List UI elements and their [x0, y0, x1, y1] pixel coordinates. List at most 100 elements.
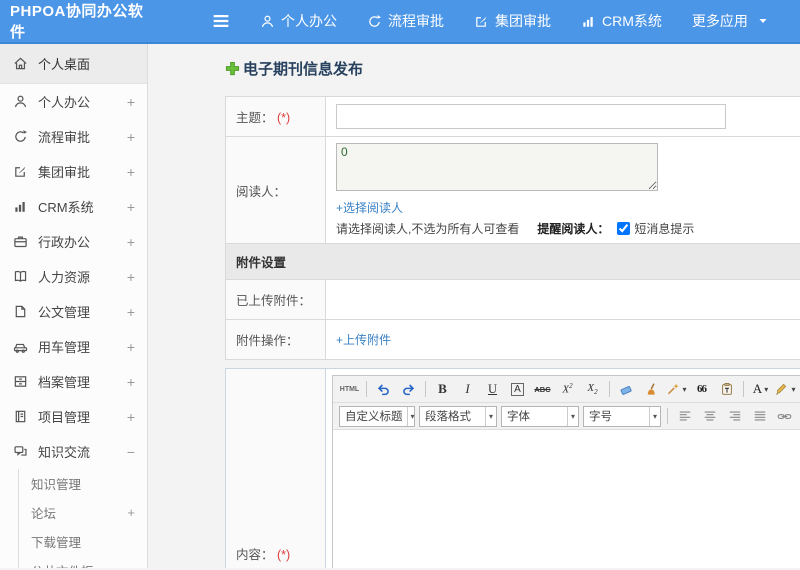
redo-icon [401, 382, 416, 397]
readers-textarea[interactable]: 0 [336, 143, 658, 191]
hamburger-icon[interactable] [208, 10, 234, 32]
font-family-select[interactable]: 字体 ▾ [501, 405, 579, 427]
superscript-button[interactable]: X2 [556, 378, 579, 400]
blockquote-button[interactable]: 66 [690, 378, 713, 400]
expand-toggle[interactable]: − [127, 444, 135, 460]
operations-label: 附件操作： [236, 334, 299, 348]
expand-toggle[interactable]: + [127, 339, 135, 355]
eraser-button[interactable] [615, 378, 638, 400]
sidebar-subitem-public-file-cabinet[interactable]: 公共文件柜 [19, 556, 147, 568]
expand-toggle[interactable]: + [127, 129, 135, 145]
sidebar-subitem-download-management[interactable]: 下载管理 [19, 527, 147, 556]
sidebar-subitem-label: 下载管理 [31, 536, 82, 550]
caret-down-icon: ▾ [648, 406, 660, 426]
sidebar-item-label: 行政办公 [38, 235, 91, 250]
highlight-button[interactable]: ▾ [774, 378, 797, 400]
expand-toggle[interactable]: + [127, 94, 135, 110]
attachment-section-row: 附件设置 [225, 243, 800, 280]
operations-value-cell: +上传附件 [325, 319, 800, 360]
sidebar-menu: 个人桌面 个人办公 + 流程审批 + 集团审批 + CRM系统 + 行政办公 + 人力资源 + 公文管理 +… [0, 44, 148, 568]
subject-input[interactable] [336, 104, 726, 129]
font-border-button[interactable]: A [506, 378, 529, 400]
align-right-button[interactable] [723, 405, 746, 427]
nav-item-more-apps[interactable]: 更多应用 [692, 11, 768, 31]
sidebar-item-human-resources[interactable]: 人力资源 + [0, 259, 147, 294]
uploaded-value [336, 287, 800, 313]
sidebar-submenu: 知识管理论坛 + 下载管理公共文件柜 [18, 469, 147, 568]
sidebar-item-crm-system[interactable]: CRM系统 + [0, 189, 147, 224]
edit-square-icon [12, 164, 29, 179]
align-center-button[interactable] [698, 405, 721, 427]
subject-label-cell: 主题： (*) [225, 96, 326, 137]
paragraph-select[interactable]: 段落格式 ▾ [419, 405, 497, 427]
subject-label: 主题： [236, 111, 274, 125]
attachment-section-header: 附件设置 [225, 243, 800, 280]
align-left-icon [678, 409, 692, 423]
sidebar-item-personal-office[interactable]: 个人办公 + [0, 84, 147, 119]
sidebar-item-label: CRM系统 [38, 200, 94, 215]
heading-select[interactable]: 自定义标题 ▾ [339, 405, 415, 427]
notebook-icon [12, 409, 29, 424]
sidebar-subitem-label: 论坛 [31, 507, 57, 521]
expand-toggle[interactable]: + [127, 374, 135, 390]
caret-down-icon [758, 16, 768, 26]
html-source-button[interactable]: HTML [338, 378, 361, 400]
sidebar-item-group-approval[interactable]: 集团审批 + [0, 154, 147, 189]
undo-button[interactable] [372, 378, 395, 400]
sidebar-item-project-management[interactable]: 项目管理 + [0, 399, 147, 434]
sidebar-subitem-knowledge-management[interactable]: 知识管理 [19, 469, 147, 498]
expand-toggle[interactable]: + [127, 269, 135, 285]
undo-icon [376, 382, 391, 397]
clean-format-button[interactable] [640, 378, 663, 400]
italic-button[interactable]: I [456, 378, 479, 400]
nav-item-workflow-approval[interactable]: 流程审批 [367, 11, 444, 31]
expand-toggle[interactable]: + [127, 304, 135, 320]
sidebar-item-knowledge-exchange[interactable]: 知识交流 − [0, 434, 147, 469]
flow-icon [12, 129, 29, 144]
align-left-button[interactable] [673, 405, 696, 427]
book-icon [12, 269, 29, 284]
nav-item-crm-system[interactable]: CRM系统 [581, 11, 662, 31]
bold-button[interactable]: B [431, 378, 454, 400]
toolbar-separator [366, 381, 367, 397]
briefcase-icon [12, 234, 29, 249]
autoformat-button[interactable]: ▾ [665, 378, 688, 400]
editor-content[interactable] [333, 430, 800, 568]
expand-toggle[interactable]: + [127, 505, 135, 520]
sidebar-item-archive-management[interactable]: 档案管理 + [0, 364, 147, 399]
sms-remind-checkbox[interactable] [617, 222, 631, 235]
sms-remind-label: 短消息提示 [634, 222, 695, 236]
font-size-select[interactable]: 字号 ▾ [583, 405, 661, 427]
redo-button[interactable] [397, 378, 420, 400]
select-readers-link[interactable]: +选择阅读人 [336, 199, 403, 216]
sidebar-subitem-forum[interactable]: 论坛 + [19, 498, 147, 527]
expand-toggle[interactable]: + [127, 409, 135, 425]
car-icon [12, 339, 29, 354]
sidebar-item-workflow-approval[interactable]: 流程审批 + [0, 119, 147, 154]
subscript-button[interactable]: X2 [581, 378, 604, 400]
sidebar-item-personal-desktop[interactable]: 个人桌面 [0, 44, 147, 84]
clean-format-icon [644, 382, 659, 397]
nav-item-personal-office[interactable]: 个人办公 [260, 11, 337, 31]
link-button[interactable] [773, 405, 796, 427]
uploaded-label-cell: 已上传附件： [225, 279, 326, 320]
strikethrough-button[interactable]: ABC [531, 378, 554, 400]
flow-icon [367, 14, 382, 29]
nav-item-label: 集团审批 [495, 13, 551, 29]
sidebar-item-vehicle-management[interactable]: 用车管理 + [0, 329, 147, 364]
align-right-icon [728, 409, 742, 423]
sidebar-item-document-management[interactable]: 公文管理 + [0, 294, 147, 329]
expand-toggle[interactable]: + [127, 164, 135, 180]
upload-attachment-link[interactable]: +上传附件 [336, 331, 391, 348]
align-justify-button[interactable] [748, 405, 771, 427]
paste-text-button[interactable] [715, 378, 738, 400]
expand-toggle[interactable]: + [127, 234, 135, 250]
readers-hint-line: 请选择阅读人,不选为所有人可查看 提醒阅读人： 短消息提示 [336, 220, 800, 237]
uploaded-row: 已上传附件： [225, 279, 800, 320]
sidebar-item-admin-office[interactable]: 行政办公 + [0, 224, 147, 259]
sidebar-subitem-label: 知识管理 [31, 478, 82, 492]
underline-button[interactable]: U [481, 378, 504, 400]
nav-item-group-approval[interactable]: 集团审批 [474, 11, 551, 31]
expand-toggle[interactable]: + [127, 199, 135, 215]
font-color-button[interactable]: A ▾ [749, 378, 772, 400]
